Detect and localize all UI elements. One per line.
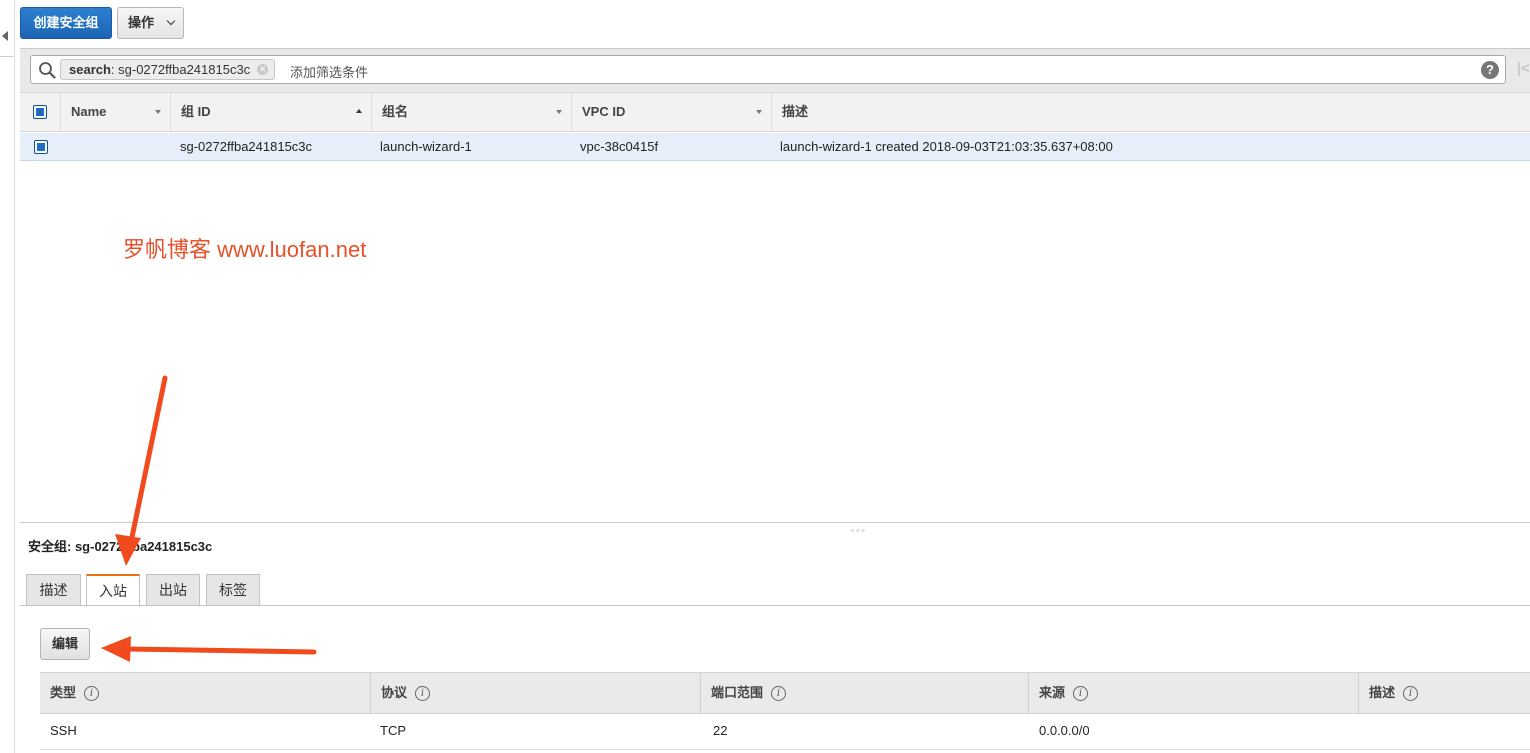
rule-port-range: 22 [713, 723, 728, 738]
table-header: Name 组 ID 组名 VPC ID 描述 [20, 92, 1530, 132]
column-header-description[interactable]: 描述 [771, 93, 1530, 131]
left-nav-strip [0, 0, 15, 753]
sort-icon [556, 110, 562, 114]
tab-outbound[interactable]: 出站 [146, 574, 200, 606]
row-checkbox[interactable] [34, 140, 48, 154]
search-input[interactable]: search: sg-0272ffba241815c3c ✕ 添加筛选条件 ? [30, 55, 1506, 84]
filter-bar: search: sg-0272ffba241815c3c ✕ 添加筛选条件 ? … [20, 49, 1530, 92]
column-label: 描述 [1369, 685, 1396, 700]
table-row[interactable]: sg-0272ffba241815c3c launch-wizard-1 vpc… [20, 133, 1530, 161]
add-filter-placeholder[interactable]: 添加筛选条件 [290, 62, 368, 81]
column-header-group-name[interactable]: 组名 [371, 93, 570, 131]
rule-type: SSH [50, 723, 77, 738]
actions-dropdown-button[interactable]: 操作 [117, 7, 184, 39]
nav-divider [0, 56, 13, 57]
select-all-checkbox[interactable] [33, 105, 47, 119]
arrow-to-edit-button [101, 636, 317, 662]
cell-group-id: sg-0272ffba241815c3c [180, 139, 313, 154]
detail-title: 安全组: sg-0272ffba241815c3c [28, 539, 213, 554]
help-icon[interactable]: ? [1481, 61, 1499, 79]
search-icon [39, 62, 56, 79]
rules-column-protocol: 协议 i [370, 673, 699, 713]
splitter-grip-icon[interactable]: ▫▫▫ [851, 525, 867, 535]
tab-description[interactable]: 描述 [26, 574, 81, 606]
collapse-nav-icon[interactable] [2, 31, 8, 41]
sort-ascending-icon [356, 109, 362, 113]
info-icon[interactable]: i [415, 686, 431, 702]
tab-inbound[interactable]: 入站 [86, 574, 140, 607]
column-label: 来源 [1039, 685, 1066, 700]
column-label: Name [71, 104, 107, 119]
cell-vpc-id: vpc-38c0415f [580, 139, 659, 154]
watermark-text: 罗帆博客 www.luofan.net [123, 237, 367, 262]
rule-protocol: TCP [380, 723, 406, 738]
rules-column-port-range: 端口范围 i [700, 673, 1029, 713]
column-label: 描述 [782, 104, 809, 119]
column-label: 组名 [382, 104, 409, 119]
first-page-icon[interactable]: |< [1517, 60, 1530, 80]
rules-column-description: 描述 i [1358, 673, 1530, 713]
remove-token-icon[interactable]: ✕ [257, 64, 269, 75]
cell-description: launch-wizard-1 created 2018-09-03T21:03… [780, 139, 1113, 154]
info-icon[interactable]: i [1073, 686, 1089, 702]
sort-icon [155, 110, 161, 114]
filter-token-key: search [69, 62, 111, 77]
pane-splitter[interactable] [20, 522, 1530, 523]
rule-row: SSH TCP 22 0.0.0.0/0 [40, 714, 1530, 750]
tab-tags[interactable]: 标签 [206, 574, 260, 606]
column-header-name[interactable]: Name [60, 93, 169, 131]
column-label: 协议 [381, 685, 408, 700]
column-label: 端口范围 [711, 685, 764, 700]
rule-source: 0.0.0.0/0 [1039, 723, 1090, 738]
edit-button[interactable]: 编辑 [40, 628, 90, 660]
filter-token[interactable]: search: sg-0272ffba241815c3c ✕ [60, 59, 276, 80]
sort-icon [756, 110, 762, 114]
column-header-vpc-id[interactable]: VPC ID [571, 93, 770, 131]
create-security-group-button[interactable]: 创建安全组 [20, 7, 112, 39]
rules-column-source: 来源 i [1028, 673, 1357, 713]
column-label: VPC ID [582, 104, 626, 119]
column-header-group-id[interactable]: 组 ID [170, 93, 370, 131]
tabs-baseline [20, 605, 1530, 606]
info-icon[interactable]: i [1403, 686, 1419, 702]
actions-label: 操作 [128, 15, 155, 30]
column-label: 组 ID [181, 104, 211, 119]
rules-table-header: 类型 i 协议 i 端口范围 i 来源 i 描述 i [40, 672, 1530, 714]
column-label: 类型 [50, 685, 77, 700]
rules-column-type: 类型 i [40, 673, 369, 713]
info-icon[interactable]: i [771, 686, 787, 702]
filter-token-value: : sg-0272ffba241815c3c [110, 62, 251, 77]
cell-group-name: launch-wizard-1 [380, 139, 472, 154]
chevron-down-icon [166, 16, 176, 26]
info-icon[interactable]: i [84, 686, 100, 702]
